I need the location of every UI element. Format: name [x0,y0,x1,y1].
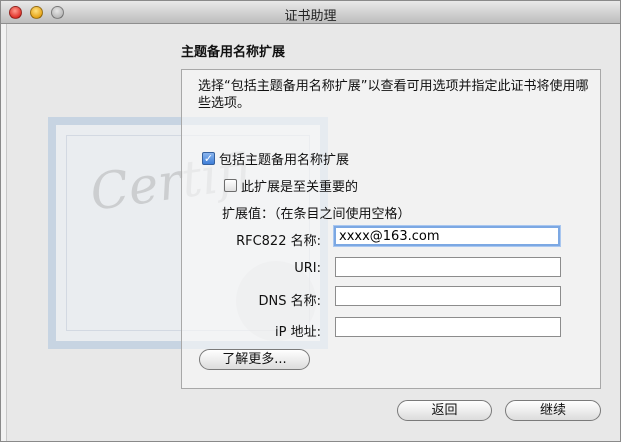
back-button[interactable]: 返回 [397,400,492,421]
continue-button[interactable]: 继续 [505,400,601,421]
rfc822-label: RFC822 名称: [236,234,321,249]
include-extension-label: 包括主题备用名称扩展 [219,153,350,168]
dns-name-field[interactable] [335,286,561,306]
learn-more-button[interactable]: 了解更多... [199,349,310,370]
certificate-assistant-window: 证书助理 Certifi 主题备用名称扩展 选择“包括主题备用名称扩展”以查看可… [0,0,621,442]
window-title: 证书助理 [284,9,337,24]
panel-description: 选择“包括主题备用名称扩展”以查看可用选项并指定此证书将使用哪些选项。 [198,79,589,111]
options-panel: 选择“包括主题备用名称扩展”以查看可用选项并指定此证书将使用哪些选项。 ✓ 包括… [181,69,601,389]
dns-name-label: DNS 名称: [258,294,322,309]
critical-extension-row[interactable]: 此扩展是至关重要的 [224,176,358,195]
title-bar: 证书助理 [1,1,620,24]
checkmark-icon: ✓ [203,152,214,165]
uri-label: URI: [294,261,321,276]
background-window-edge [1,24,7,441]
include-extension-row[interactable]: ✓ 包括主题备用名称扩展 [202,149,349,168]
ip-address-label: iP 地址: [275,325,321,340]
extension-values-label: 扩展值：（在条目之间使用空格） [222,207,411,222]
rfc822-name-field[interactable] [334,226,560,246]
section-title: 主题备用名称扩展 [181,45,286,60]
critical-extension-label: 此扩展是至关重要的 [241,180,359,195]
include-extension-checkbox[interactable]: ✓ [202,152,215,165]
ip-address-field[interactable] [335,317,561,337]
uri-field[interactable] [335,257,561,277]
critical-extension-checkbox[interactable] [224,179,237,192]
